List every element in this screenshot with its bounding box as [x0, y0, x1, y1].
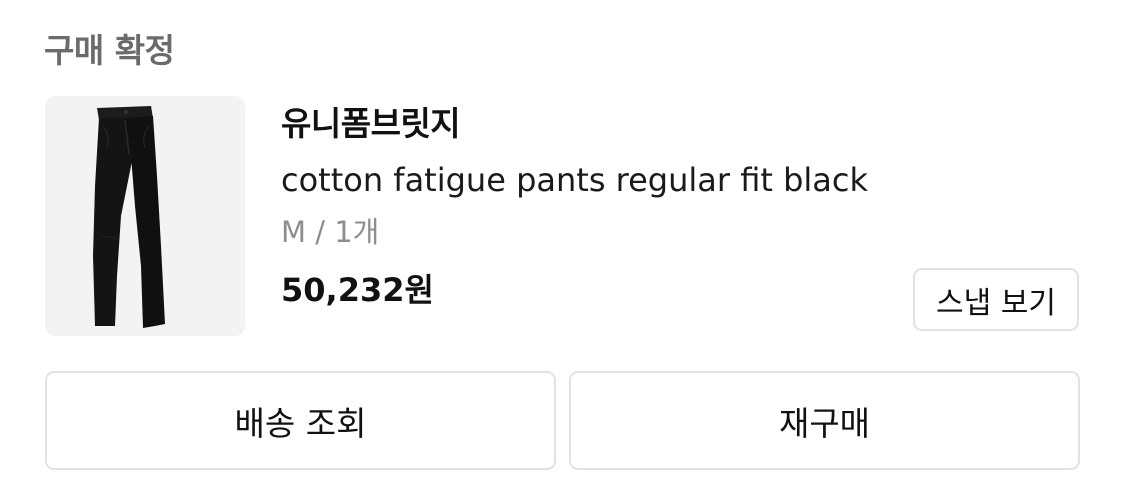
product-name[interactable]: cotton fatigue pants regular fit black: [281, 157, 881, 203]
product-price: 50,232원: [281, 271, 434, 309]
order-status-title: 구매 확정: [44, 31, 175, 70]
product-option: M / 1개: [281, 215, 380, 249]
snap-view-button[interactable]: 스냅 보기: [913, 268, 1079, 331]
product-info: 유니폼브릿지 cotton fatigue pants regular fit …: [281, 100, 881, 313]
track-shipping-button[interactable]: 배송 조회: [45, 371, 556, 470]
pants-image: [93, 106, 165, 328]
repurchase-button[interactable]: 재구매: [569, 371, 1080, 470]
product-thumbnail[interactable]: [45, 96, 245, 336]
brand-name[interactable]: 유니폼브릿지: [281, 100, 881, 148]
